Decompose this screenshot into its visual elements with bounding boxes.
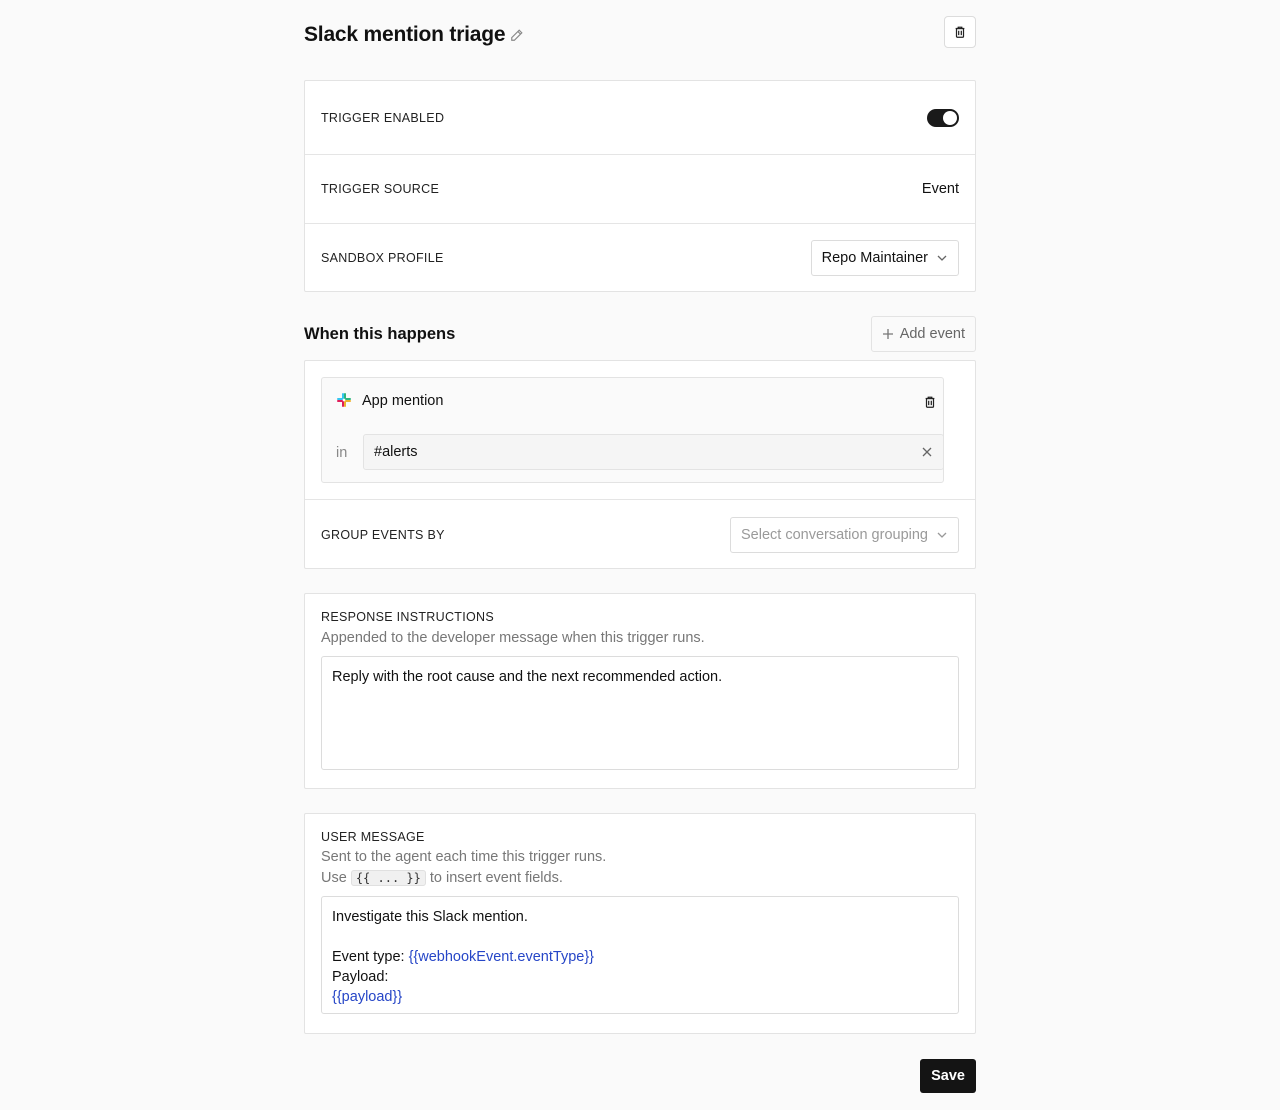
- in-label: in: [336, 445, 348, 461]
- event-name: App mention: [362, 393, 444, 409]
- chevron-down-icon: [937, 255, 947, 261]
- trigger-source-row: TRIGGER SOURCE Event: [305, 154, 975, 223]
- events-section-title: When this happens: [304, 325, 456, 343]
- template-variable: {{webhookEvent.eventType}}: [408, 949, 595, 965]
- channel-input[interactable]: #alerts: [363, 434, 944, 470]
- response-instructions-description: Appended to the developer message when t…: [321, 630, 705, 646]
- close-icon[interactable]: [921, 446, 933, 458]
- user-message-description: Sent to the agent each time this trigger…: [321, 847, 959, 889]
- trigger-source-value: Event: [921, 181, 959, 197]
- events-card: App mention in #alerts GROUP EVENTS BY S…: [304, 360, 976, 569]
- slack-icon: [337, 393, 351, 407]
- group-events-select[interactable]: Select conversation grouping: [729, 516, 959, 553]
- message-line: Investigate this Slack mention.: [332, 909, 528, 925]
- group-events-label: GROUP EVENTS BY: [321, 527, 445, 542]
- response-instructions-value: Reply with the root cause and the next r…: [332, 669, 723, 685]
- hint-prefix: Use: [321, 870, 347, 886]
- add-event-button[interactable]: Add event: [870, 316, 976, 352]
- channel-value: #alerts: [374, 444, 418, 460]
- header: Slack mention triage: [304, 0, 976, 80]
- add-event-label: Add event: [899, 326, 965, 342]
- template-syntax-code: {{ ... }}: [350, 870, 426, 886]
- message-line: Event type: {{webhookEvent.eventType}}: [332, 947, 948, 967]
- response-instructions-card: RESPONSE INSTRUCTIONS Appended to the de…: [304, 593, 976, 789]
- user-message-hint: Use {{ ... }} to insert event fields.: [321, 868, 959, 889]
- page-title: Slack mention triage: [304, 23, 506, 46]
- user-message-label: USER MESSAGE: [321, 830, 425, 844]
- hint-suffix: to insert event fields.: [429, 870, 563, 886]
- group-events-row: GROUP EVENTS BY Select conversation grou…: [305, 499, 975, 569]
- plus-icon: [882, 329, 893, 339]
- trigger-enabled-row: TRIGGER ENABLED: [305, 81, 975, 154]
- trash-icon: [955, 26, 965, 38]
- sandbox-profile-row: SANDBOX PROFILE Repo Maintainer: [305, 223, 975, 292]
- delete-trigger-button[interactable]: [944, 16, 976, 48]
- user-message-description-line: Sent to the agent each time this trigger…: [321, 849, 607, 865]
- trigger-enabled-toggle[interactable]: [927, 108, 959, 127]
- response-instructions-label: RESPONSE INSTRUCTIONS: [321, 610, 494, 624]
- trigger-enabled-label: TRIGGER ENABLED: [321, 110, 445, 125]
- response-instructions-textarea[interactable]: Reply with the root cause and the next r…: [321, 656, 959, 770]
- sandbox-profile-value: Repo Maintainer: [821, 250, 928, 266]
- sandbox-profile-label: SANDBOX PROFILE: [321, 251, 444, 265]
- pencil-icon[interactable]: [510, 28, 524, 42]
- template-variable: {{payload}}: [332, 989, 403, 1005]
- message-line: Payload:: [332, 969, 389, 985]
- chevron-down-icon: [937, 532, 947, 538]
- user-message-textarea[interactable]: Investigate this Slack mention. Event ty…: [321, 896, 959, 1014]
- trigger-editor: Slack mention triage TRIGGER ENABLED TRI…: [304, 0, 976, 1093]
- settings-card: TRIGGER ENABLED TRIGGER SOURCE Event SAN…: [304, 80, 976, 292]
- trash-icon[interactable]: [923, 395, 937, 409]
- group-events-placeholder: Select conversation grouping: [740, 526, 928, 543]
- trigger-source-label: TRIGGER SOURCE: [321, 182, 440, 196]
- save-button[interactable]: Save: [920, 1059, 976, 1093]
- message-text: Event type:: [332, 949, 409, 965]
- sandbox-profile-select[interactable]: Repo Maintainer: [810, 240, 959, 276]
- user-message-card: USER MESSAGE Sent to the agent each time…: [304, 813, 976, 1034]
- event-item: App mention in #alerts: [321, 377, 944, 483]
